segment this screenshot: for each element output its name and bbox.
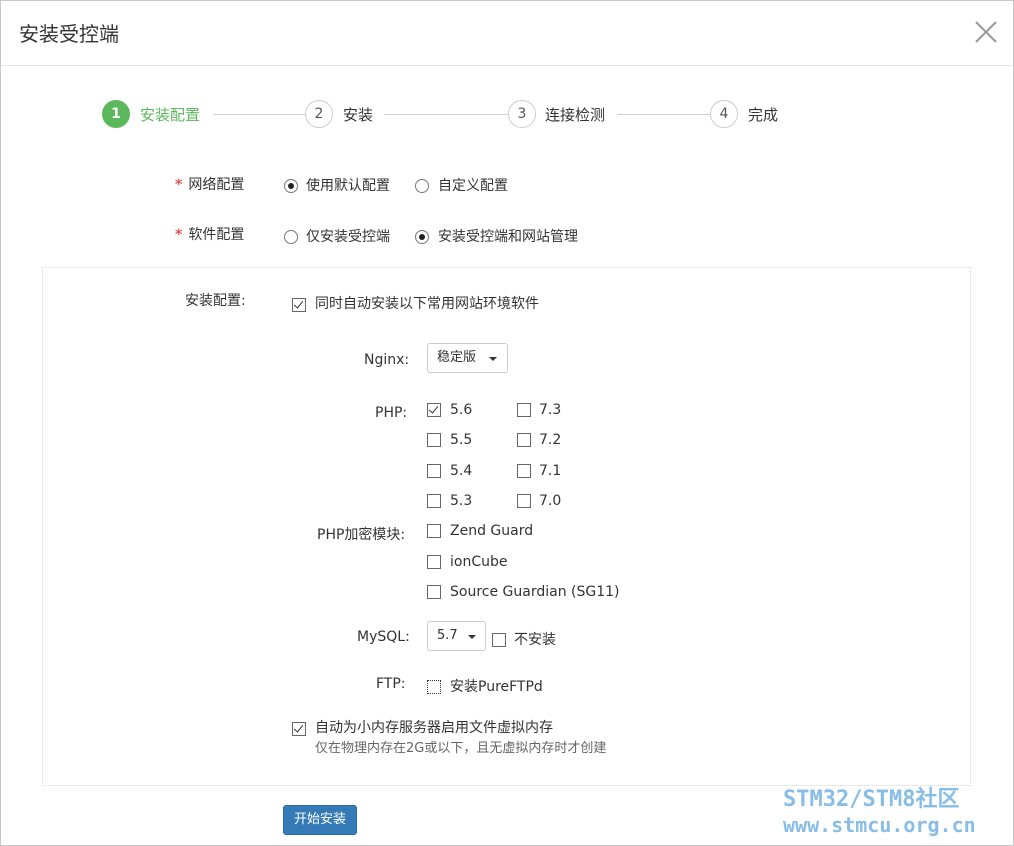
dialog-header: 安装受控端	[1, 1, 1013, 66]
network-custom-label[interactable]: 自定义配置	[438, 177, 508, 195]
start-install-button[interactable]: 开始安装	[283, 805, 357, 835]
ioncube-checkbox[interactable]	[427, 555, 441, 569]
step-1-number: 1	[102, 100, 130, 128]
step-3-number: 3	[508, 100, 536, 128]
required-mark: *	[175, 227, 183, 243]
chevron-down-icon	[468, 635, 476, 639]
network-default-label[interactable]: 使用默认配置	[306, 177, 390, 195]
step-1-label: 安装配置	[140, 106, 201, 124]
mysql-label: MySQL:	[357, 629, 410, 645]
php-5-5-checkbox[interactable]	[427, 433, 441, 447]
swap-hint: 仅在物理内存在2G或以下，且无虚拟内存时才创建	[315, 741, 607, 756]
mysql-select-value: 5.7	[437, 628, 458, 643]
sourceguardian-checkbox[interactable]	[427, 585, 441, 599]
auto-install-label[interactable]: 同时自动安装以下常用网站环境软件	[315, 295, 539, 313]
ftp-label: FTP:	[376, 676, 406, 692]
network-default-radio[interactable]	[284, 179, 298, 193]
sourceguardian-label[interactable]: Source Guardian (SG11)	[450, 583, 620, 601]
chevron-down-icon	[489, 357, 497, 361]
swap-checkbox[interactable]	[292, 722, 306, 736]
mysql-no-install-checkbox[interactable]	[492, 633, 506, 647]
software-agent-site-radio[interactable]	[415, 230, 429, 244]
step-connector	[213, 114, 305, 115]
mysql-select[interactable]: 5.7	[427, 621, 486, 651]
step-2-label: 安装	[343, 106, 374, 124]
watermark-line-2: www.stmcu.org.cn	[783, 813, 976, 837]
auto-install-checkbox[interactable]	[292, 298, 306, 312]
network-config-text: 网络配置	[188, 177, 245, 193]
install-config-label: 安装配置:	[185, 293, 246, 309]
software-agent-only-radio[interactable]	[284, 230, 298, 244]
software-config-text: 软件配置	[188, 227, 245, 243]
php-5-6-label[interactable]: 5.6	[450, 401, 472, 419]
nginx-select[interactable]: 稳定版	[427, 343, 508, 373]
php-7-2-label[interactable]: 7.2	[539, 431, 561, 449]
nginx-select-value: 稳定版	[437, 350, 477, 365]
step-connector	[617, 114, 710, 115]
php-5-3-checkbox[interactable]	[427, 494, 441, 508]
step-2-number: 2	[305, 100, 333, 128]
nginx-label: Nginx:	[364, 352, 410, 368]
php-7-0-checkbox[interactable]	[517, 494, 531, 508]
required-mark: *	[175, 177, 183, 193]
pureftpd-checkbox[interactable]	[427, 680, 441, 694]
step-4-label: 完成	[748, 106, 779, 124]
zend-guard-label[interactable]: Zend Guard	[450, 522, 533, 540]
php-7-0-label[interactable]: 7.0	[539, 492, 561, 510]
php-5-3-label[interactable]: 5.3	[450, 492, 472, 510]
php-5-5-label[interactable]: 5.5	[450, 431, 472, 449]
install-dialog: 安装受控端 1 安装配置 2 安装 3 连接检测 4 完成 * 网络配置 使用默认…	[0, 0, 1014, 846]
php-7-2-checkbox[interactable]	[517, 433, 531, 447]
php-5-4-checkbox[interactable]	[427, 464, 441, 478]
swap-label[interactable]: 自动为小内存服务器启用文件虚拟内存	[315, 719, 553, 737]
network-config-label: * 网络配置	[175, 176, 244, 194]
network-custom-radio[interactable]	[415, 179, 429, 193]
step-4-number: 4	[710, 100, 738, 128]
php-7-3-checkbox[interactable]	[517, 403, 531, 417]
close-icon[interactable]	[973, 19, 999, 45]
dialog-title: 安装受控端	[19, 22, 119, 46]
php-5-6-checkbox[interactable]	[427, 403, 441, 417]
step-connector	[384, 114, 508, 115]
software-config-label: * 软件配置	[175, 226, 244, 244]
php-7-3-label[interactable]: 7.3	[539, 401, 561, 419]
php-encrypt-label: PHP加密模块:	[317, 527, 406, 543]
mysql-no-install-label[interactable]: 不安装	[514, 631, 556, 649]
software-agent-site-label[interactable]: 安装受控端和网站管理	[438, 228, 578, 246]
watermark-line-1: STM32/STM8社区	[783, 787, 960, 812]
php-5-4-label[interactable]: 5.4	[450, 462, 472, 480]
ioncube-label[interactable]: ionCube	[450, 553, 507, 571]
php-7-1-label[interactable]: 7.1	[539, 462, 561, 480]
watermark: STM32/STM8社区 www.stmcu.org.cn	[783, 787, 1005, 837]
step-3-label: 连接检测	[545, 106, 606, 124]
php-label: PHP:	[375, 405, 408, 421]
software-agent-only-label[interactable]: 仅安装受控端	[306, 228, 390, 246]
zend-guard-checkbox[interactable]	[427, 524, 441, 538]
php-7-1-checkbox[interactable]	[517, 464, 531, 478]
pureftpd-label[interactable]: 安装PureFTPd	[450, 678, 543, 696]
